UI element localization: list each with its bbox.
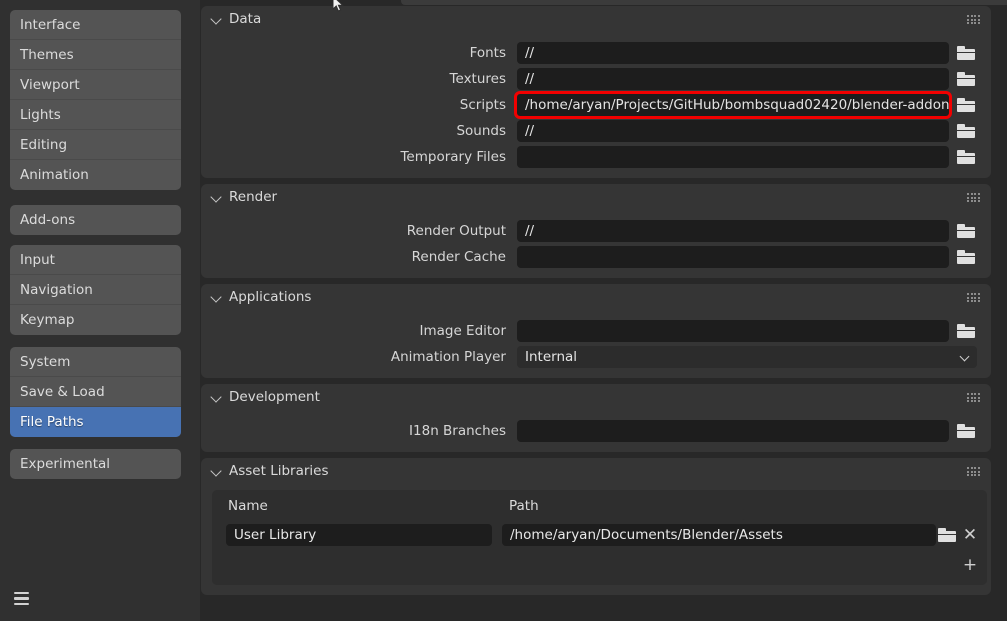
label-scripts: Scripts (459, 97, 506, 113)
panel-top-strip (401, 0, 1007, 5)
panel-header-data[interactable]: Data (201, 6, 991, 32)
sidebar-item-add-ons[interactable]: Add-ons (10, 205, 181, 235)
chevron-down-icon (211, 13, 223, 25)
asset-libraries-table: Name Path User Library /home/aryan/Docum… (212, 490, 987, 585)
add-asset-library-button[interactable]: + (960, 555, 980, 575)
input-fonts-path[interactable]: // (517, 42, 949, 64)
sidebar-item-navigation[interactable]: Navigation (10, 275, 181, 305)
preferences-sidebar: Interface Themes Viewport Lights Editing… (0, 0, 200, 621)
sidebar-item-lights[interactable]: Lights (10, 100, 181, 130)
input-scripts-path[interactable]: /home/aryan/Projects/GitHub/bombsquad024… (514, 91, 952, 119)
drag-grip-icon[interactable] (967, 293, 980, 303)
label-fonts: Fonts (469, 45, 506, 61)
folder-icon[interactable] (955, 68, 977, 90)
select-animation-player-value: Internal (525, 349, 578, 365)
row-textures: Textures // (201, 68, 991, 90)
panel-asset-libraries: Asset Libraries Name Path User Library /… (201, 458, 991, 595)
sidebar-item-file-paths[interactable]: File Paths (10, 407, 181, 437)
panel-header-applications[interactable]: Applications (201, 284, 991, 310)
chevron-down-icon (211, 391, 223, 403)
sidebar-group-input: Input Navigation Keymap (10, 245, 181, 335)
panel-title-asset-libraries: Asset Libraries (229, 463, 329, 479)
row-i18n-branches: I18n Branches (201, 420, 991, 442)
panel-title-development: Development (229, 389, 320, 405)
chevron-down-icon (961, 353, 969, 361)
row-sounds: Sounds // (201, 120, 991, 142)
column-header-name: Name (228, 498, 268, 514)
folder-icon[interactable] (955, 320, 977, 342)
sidebar-item-save-and-load[interactable]: Save & Load (10, 377, 181, 407)
label-temporary-files: Temporary Files (400, 149, 506, 165)
preferences-window: Interface Themes Viewport Lights Editing… (0, 0, 1007, 621)
folder-icon[interactable] (955, 120, 977, 142)
sidebar-item-input[interactable]: Input (10, 245, 181, 275)
drag-grip-icon[interactable] (967, 15, 980, 25)
sidebar-item-editing[interactable]: Editing (10, 130, 181, 160)
panel-header-asset-libraries[interactable]: Asset Libraries (201, 458, 991, 484)
drag-grip-icon[interactable] (967, 193, 980, 203)
sidebar-item-themes[interactable]: Themes (10, 40, 181, 70)
row-render-output: Render Output // (201, 220, 991, 242)
input-render-cache-path[interactable] (517, 246, 949, 268)
folder-icon[interactable] (955, 220, 977, 242)
label-render-cache: Render Cache (411, 249, 506, 265)
panel-title-applications: Applications (229, 289, 312, 305)
remove-asset-library-button[interactable]: ✕ (960, 525, 980, 545)
preferences-content: Data Fonts // Textures // Scripts /home/… (200, 0, 1007, 621)
sidebar-item-interface[interactable]: Interface (10, 10, 181, 40)
input-i18n-branches-path[interactable] (517, 420, 949, 442)
input-textures-path[interactable]: // (517, 68, 949, 90)
sidebar-item-system[interactable]: System (10, 347, 181, 377)
input-sounds-path[interactable]: // (517, 120, 949, 142)
panel-render: Render Render Output // Render Cache (201, 184, 991, 278)
drag-grip-icon[interactable] (967, 467, 980, 477)
row-render-cache: Render Cache (201, 246, 991, 268)
column-header-path: Path (509, 498, 539, 514)
panel-title-data: Data (229, 11, 262, 27)
sidebar-group-addons: Add-ons (10, 205, 181, 235)
input-asset-library-name[interactable]: User Library (226, 524, 492, 546)
folder-icon[interactable] (955, 42, 977, 64)
drag-grip-icon[interactable] (967, 393, 980, 403)
input-asset-library-path[interactable]: /home/aryan/Documents/Blender/Assets (502, 524, 936, 546)
panel-title-render: Render (229, 189, 278, 205)
input-image-editor-path[interactable] (517, 320, 949, 342)
panel-data: Data Fonts // Textures // Scripts /home/… (201, 6, 991, 178)
sidebar-group-general: Interface Themes Viewport Lights Editing… (10, 10, 181, 190)
row-temporary-files: Temporary Files (201, 146, 991, 168)
select-animation-player[interactable]: Internal (517, 346, 977, 368)
sidebar-group-experimental: Experimental (10, 449, 181, 479)
row-animation-player: Animation Player Internal (201, 346, 991, 368)
sidebar-item-viewport[interactable]: Viewport (10, 70, 181, 100)
sidebar-group-system: System Save & Load File Paths (10, 347, 181, 437)
folder-icon[interactable] (955, 94, 977, 116)
folder-icon[interactable] (955, 246, 977, 268)
panel-header-development[interactable]: Development (201, 384, 991, 410)
chevron-down-icon (211, 291, 223, 303)
row-image-editor: Image Editor (201, 320, 991, 342)
sidebar-item-experimental[interactable]: Experimental (10, 449, 181, 479)
label-sounds: Sounds (456, 123, 506, 139)
label-image-editor: Image Editor (419, 323, 506, 339)
chevron-down-icon (211, 191, 223, 203)
panel-development: Development I18n Branches (201, 384, 991, 452)
chevron-down-icon (211, 465, 223, 477)
panel-applications: Applications Image Editor Animation Play… (201, 284, 991, 378)
label-i18n-branches: I18n Branches (409, 423, 506, 439)
panel-header-render[interactable]: Render (201, 184, 991, 210)
row-fonts: Fonts // (201, 42, 991, 64)
label-textures: Textures (449, 71, 506, 87)
folder-icon[interactable] (955, 146, 977, 168)
folder-icon[interactable] (936, 524, 958, 546)
label-render-output: Render Output (406, 223, 506, 239)
label-animation-player: Animation Player (390, 349, 506, 365)
sidebar-item-animation[interactable]: Animation (10, 160, 181, 190)
row-scripts: Scripts /home/aryan/Projects/GitHub/bomb… (201, 91, 991, 119)
input-render-output-path[interactable]: // (517, 220, 949, 242)
hamburger-menu-icon[interactable] (10, 586, 33, 611)
folder-icon[interactable] (955, 420, 977, 442)
sidebar-item-keymap[interactable]: Keymap (10, 305, 181, 335)
input-temporary-files-path[interactable] (517, 146, 949, 168)
